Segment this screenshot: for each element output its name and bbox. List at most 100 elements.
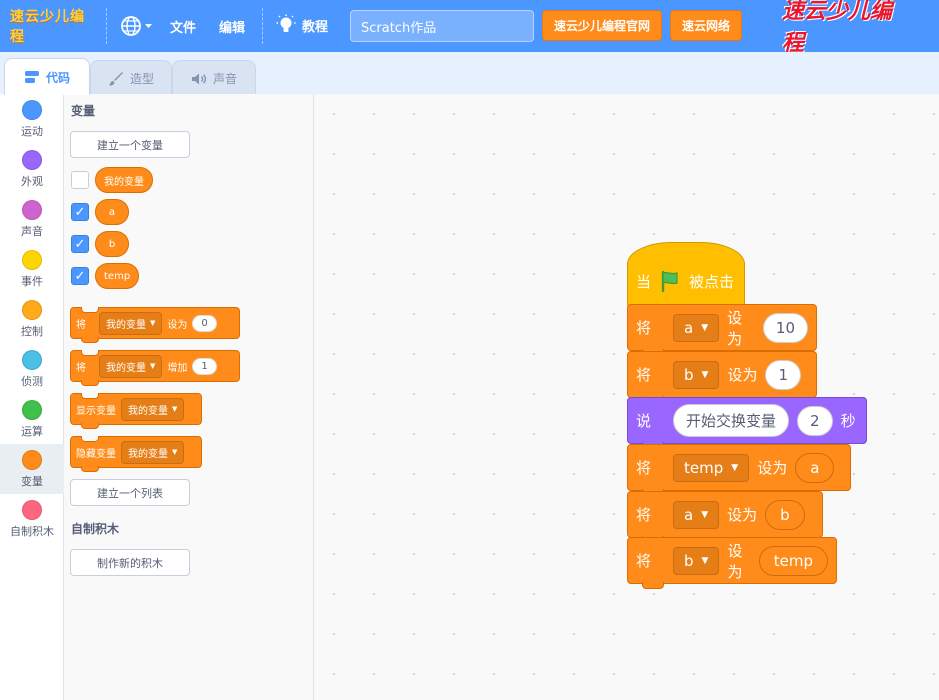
network-button[interactable]: 速云网络	[670, 10, 742, 41]
brush-icon	[109, 71, 123, 86]
hat-when-label: 当	[636, 272, 652, 291]
block-word: 显示变量	[76, 405, 116, 417]
dropdown-value: a	[684, 505, 694, 524]
category-sensing[interactable]: 侦测	[0, 344, 64, 394]
project-title-input[interactable]	[350, 10, 534, 42]
set-b-to-temp-block[interactable]: 将 b ▼ 设为 temp	[627, 537, 837, 589]
variable-dropdown[interactable]: 我的变量 ▼	[121, 440, 185, 464]
category-sound[interactable]: 声音	[0, 194, 64, 244]
chevron-down-icon: ▼	[150, 319, 156, 327]
chevron-down-icon: ▼	[701, 509, 709, 520]
category-label: 控制	[21, 325, 43, 338]
variable-dropdown[interactable]: temp ▼	[673, 453, 750, 482]
seconds-unit: 秒	[840, 412, 856, 430]
chevron-down-icon: ▼	[150, 362, 156, 370]
variable-reporter[interactable]: temp	[758, 545, 828, 576]
category-variables[interactable]: 变量	[0, 444, 64, 494]
official-site-button[interactable]: 速云少儿编程官网	[542, 10, 662, 41]
set-b-block[interactable]: 将 b ▼ 设为 1	[627, 351, 817, 403]
category-operators[interactable]: 运算	[0, 394, 64, 444]
chevron-down-icon: ▼	[731, 462, 739, 473]
make-variable-button[interactable]: 建立一个变量	[70, 131, 190, 158]
tab-code-label: 代码	[45, 70, 70, 85]
file-menu[interactable]: 文件	[170, 17, 196, 36]
tab-sounds[interactable]: 声音	[172, 60, 256, 96]
category-dot	[22, 200, 42, 220]
message-input[interactable]: 开始交换变量	[673, 404, 790, 437]
speaker-icon	[191, 73, 207, 84]
category-control[interactable]: 控制	[0, 294, 64, 344]
variable-checkbox[interactable]: ✓	[71, 235, 89, 253]
make-block-button[interactable]: 制作新的积木	[70, 549, 190, 576]
chevron-down-icon: ▼	[172, 405, 178, 413]
category-looks[interactable]: 外观	[0, 144, 64, 194]
variable-dropdown[interactable]: 我的变量 ▼	[99, 354, 163, 378]
my-blocks-section-title: 自制积木	[71, 522, 120, 536]
value-input[interactable]: 1	[765, 359, 802, 390]
set-variable-block[interactable]: 将 我的变量 ▼ 设为 0	[70, 307, 240, 343]
set-a-to-b-block[interactable]: 将 a ▼ 设为 b	[627, 491, 823, 543]
variable-dropdown[interactable]: 我的变量 ▼	[121, 397, 185, 421]
when-flag-clicked-block[interactable]: 当 被点击	[627, 242, 745, 313]
value-input[interactable]: 1	[192, 357, 217, 375]
variable-reporter[interactable]: a	[95, 199, 129, 225]
make-list-button[interactable]: 建立一个列表	[70, 479, 190, 506]
variable-reporter[interactable]: b	[95, 231, 129, 257]
language-menu[interactable]	[120, 14, 154, 38]
category-dot	[22, 300, 42, 320]
category-dot	[22, 250, 42, 270]
show-variable-block[interactable]: 显示变量 我的变量 ▼	[70, 393, 202, 429]
category-events[interactable]: 事件	[0, 244, 64, 294]
chevron-down-icon: ▼	[701, 555, 709, 566]
category-label: 变量	[21, 475, 43, 488]
block-word: 将	[636, 366, 652, 384]
category-my-blocks[interactable]: 自制积木	[0, 494, 64, 544]
set-temp-block[interactable]: 将 temp ▼ 设为 a	[627, 444, 851, 496]
block-word: 将	[76, 319, 86, 331]
block-op: 增加	[167, 362, 188, 374]
category-label: 侦测	[21, 375, 43, 388]
tab-sounds-label: 声音	[212, 72, 237, 86]
green-flag-icon	[661, 270, 678, 292]
block-op: 设为	[727, 506, 758, 524]
category-label: 声音	[21, 225, 43, 238]
variable-dropdown[interactable]: 我的变量 ▼	[99, 311, 163, 335]
script-workspace[interactable]: 当 被点击 将 a ▼ 设为 10 将 b ▼ 设为 1 说 开始交换变量 2 秒 …	[314, 94, 939, 700]
variable-checkbox[interactable]: ✓	[71, 267, 89, 285]
variable-reporter[interactable]: b	[765, 499, 805, 530]
tutorial-label: 教程	[302, 19, 329, 35]
chevron-down-icon: ▼	[701, 369, 709, 380]
tab-costumes[interactable]: 造型	[90, 60, 172, 96]
block-word: 将	[636, 506, 652, 524]
check-icon: ✓	[74, 236, 86, 252]
value-input[interactable]: 10	[762, 312, 808, 343]
logo[interactable]: 速云少儿编程	[10, 9, 96, 45]
variable-checkbox[interactable]: ✓	[71, 203, 89, 221]
lightbulb-icon	[276, 14, 296, 32]
category-motion[interactable]: 运动	[0, 94, 64, 144]
seconds-input[interactable]: 2	[797, 405, 833, 436]
block-op: 设为	[727, 541, 743, 581]
variable-checkbox[interactable]	[71, 171, 89, 189]
say-for-secs-block[interactable]: 说 开始交换变量 2 秒	[627, 397, 867, 449]
dropdown-value: temp	[684, 458, 724, 477]
category-dot	[22, 450, 42, 470]
category-label: 外观	[21, 175, 43, 188]
variable-dropdown[interactable]: a ▼	[673, 500, 720, 529]
variable-dropdown[interactable]: a ▼	[673, 313, 720, 342]
set-a-block[interactable]: 将 a ▼ 设为 10	[627, 304, 817, 356]
variable-reporter[interactable]: temp	[95, 263, 140, 289]
block-word: 说	[636, 412, 652, 430]
tutorial-button[interactable]: 教程	[276, 14, 328, 36]
variable-reporter[interactable]: 我的变量	[95, 167, 153, 193]
hide-variable-block[interactable]: 隐藏变量 我的变量 ▼	[70, 436, 202, 472]
change-variable-block[interactable]: 将 我的变量 ▼ 增加 1	[70, 350, 240, 386]
variable-dropdown[interactable]: b ▼	[673, 546, 720, 575]
variable-reporter[interactable]: a	[795, 452, 835, 483]
code-blocks-icon	[24, 71, 39, 83]
menu-separator	[262, 8, 263, 44]
value-input[interactable]: 0	[192, 314, 217, 332]
edit-menu[interactable]: 编辑	[219, 17, 245, 36]
tab-code[interactable]: 代码	[4, 58, 90, 95]
variable-dropdown[interactable]: b ▼	[673, 360, 720, 389]
